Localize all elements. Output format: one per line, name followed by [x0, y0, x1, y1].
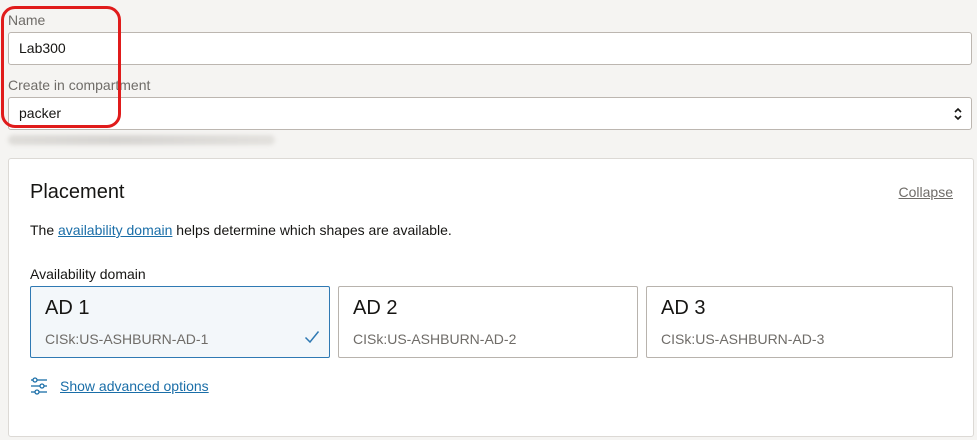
help-prefix: The [30, 222, 59, 238]
help-suffix: helps determine which shapes are availab… [172, 222, 452, 238]
show-advanced-options-link[interactable]: Show advanced options [60, 378, 209, 394]
placement-panel: Placement Collapse The availability doma… [8, 158, 974, 437]
ad-name: AD 1 [45, 297, 90, 319]
ad-card-3[interactable]: AD 3 CISk:US-ASHBURN-AD-3 [646, 286, 953, 358]
ad-card-2[interactable]: AD 2 CISk:US-ASHBURN-AD-2 [338, 286, 638, 358]
ad-card-1[interactable]: AD 1 CISk:US-ASHBURN-AD-1 [30, 286, 330, 358]
chevron-updown-icon [954, 107, 962, 121]
compartment-select[interactable]: packer [8, 97, 972, 130]
name-label: Name [8, 12, 46, 28]
ad-id: CISk:US-ASHBURN-AD-1 [45, 331, 209, 347]
placement-help-text: The availability domain helps determine … [30, 222, 452, 238]
ad-id: CISk:US-ASHBURN-AD-2 [353, 331, 517, 347]
compartment-label: Create in compartment [8, 77, 151, 93]
name-input[interactable]: Lab300 [8, 32, 972, 65]
availability-domain-link[interactable]: availability domain [58, 222, 172, 238]
placement-title: Placement [30, 181, 125, 203]
collapse-link[interactable]: Collapse [899, 184, 953, 200]
availability-domain-label: Availability domain [30, 266, 146, 282]
compartment-select-value: packer [19, 105, 62, 121]
compartment-path-redacted [8, 135, 275, 145]
ad-name: AD 2 [353, 297, 398, 319]
ad-name: AD 3 [661, 297, 706, 319]
sliders-icon [31, 377, 47, 395]
check-icon [304, 331, 320, 344]
ad-id: CISk:US-ASHBURN-AD-3 [661, 331, 825, 347]
